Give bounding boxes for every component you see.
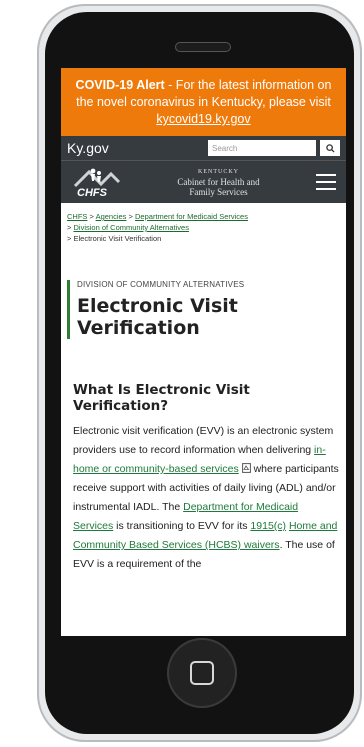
kygov-link[interactable]: Ky.gov (67, 140, 208, 156)
division-label: DIVISION OF COMMUNITY ALTERNATIVES (77, 280, 245, 289)
breadcrumb-separator: > (89, 212, 94, 221)
pdf-icon[interactable] (241, 463, 251, 473)
breadcrumb-separator: > (67, 234, 72, 243)
breadcrumb-agencies[interactable]: Agencies (96, 212, 127, 221)
chfs-logo[interactable]: CHFS (71, 164, 121, 200)
search-placeholder: Search (212, 143, 238, 153)
para-text-3: is transitioning to EVV for its (113, 520, 251, 532)
breadcrumb-separator: > (67, 223, 72, 232)
section-heading: What Is Electronic Visit Verification? (73, 382, 250, 414)
home-button[interactable] (167, 638, 237, 708)
page-title: Electronic Visit Verification (77, 295, 238, 339)
covid-alert-banner: COVID-19 Alert - For the latest informat… (61, 68, 346, 136)
alert-link[interactable]: kycovid19.ky.gov (156, 112, 250, 126)
breadcrumb: CHFS > Agencies > Department for Medicai… (61, 203, 346, 244)
breadcrumb-medicaid[interactable]: Department for Medicaid Services (135, 212, 248, 221)
breadcrumb-separator: > (128, 212, 133, 221)
chfs-logo-icon (73, 168, 121, 188)
breadcrumb-row-1: CHFS > Agencies > Department for Medicai… (67, 211, 340, 222)
breadcrumb-row-2: > Division of Community Alternatives (67, 222, 340, 233)
cabinet-state: KENTUCKY (198, 169, 239, 175)
hamburger-menu-icon[interactable] (316, 174, 336, 190)
page-title-block: DIVISION OF COMMUNITY ALTERNATIVES Elect… (67, 280, 340, 339)
speaker-slot (175, 42, 231, 52)
home-icon (190, 661, 214, 685)
brand-bar: CHFS KENTUCKY Cabinet for Health and Fam… (61, 160, 346, 203)
breadcrumb-division[interactable]: Division of Community Alternatives (73, 223, 188, 232)
breadcrumb-chfs[interactable]: CHFS (67, 212, 87, 221)
top-bar: Ky.gov Search (61, 136, 346, 160)
cabinet-line-2: Family Services (189, 187, 248, 197)
search-button[interactable] (320, 140, 340, 156)
search-icon (325, 143, 335, 153)
phone-screen: COVID-19 Alert - For the latest informat… (61, 68, 346, 636)
intro-paragraph: Electronic visit verification (EVV) is a… (73, 422, 340, 574)
search-input[interactable]: Search (208, 140, 316, 156)
alert-title: COVID-19 Alert (75, 78, 165, 92)
cabinet-line-1: Cabinet for Health and (177, 177, 260, 187)
para-text-1: Electronic visit verification (EVV) is a… (73, 425, 334, 456)
breadcrumb-row-3: > Electronic Visit Verification (67, 233, 340, 244)
cabinet-name: KENTUCKY Cabinet for Health and Family S… (121, 167, 316, 197)
logo-text: CHFS (77, 187, 107, 199)
breadcrumb-current: Electronic Visit Verification (73, 234, 162, 243)
link-1915c[interactable]: 1915(c) (250, 520, 286, 532)
